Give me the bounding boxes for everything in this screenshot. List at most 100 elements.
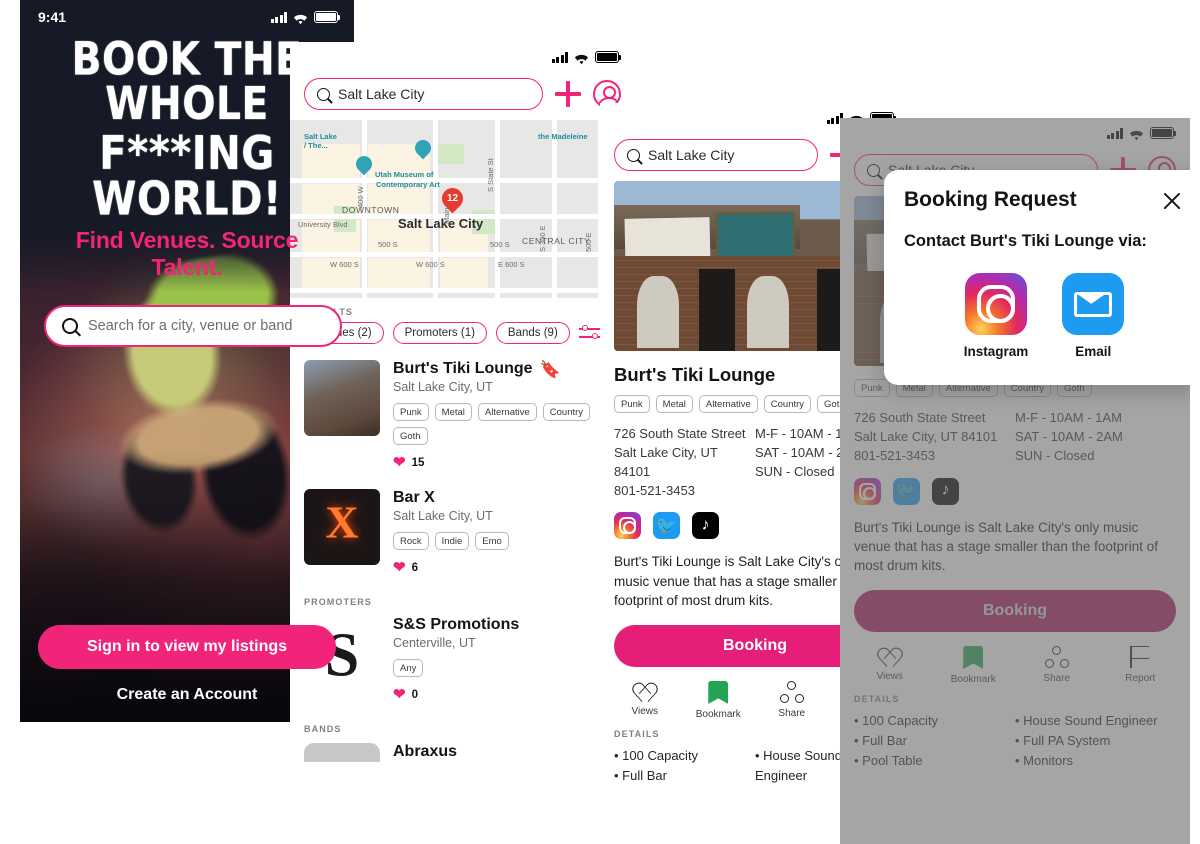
action-label: Bookmark [950, 674, 996, 685]
bookmark-icon[interactable]: 🔖 [540, 361, 561, 378]
status-bar: 9:41 [20, 0, 354, 30]
bookmark-icon [708, 680, 729, 704]
details-right-column: House Sound Engineer Full PA System Moni… [1015, 711, 1176, 771]
result-tags: Any [393, 659, 621, 677]
filter-sliders-icon[interactable] [578, 325, 601, 341]
modal-header: Booking Request [904, 188, 1184, 212]
create-account-link[interactable]: Create an Account [20, 686, 354, 704]
search-input[interactable]: Search for a city, venue or band [44, 304, 342, 347]
address-line-2: Salt Lake City, UT 84101 [614, 444, 718, 479]
share-action[interactable]: Share [755, 680, 829, 720]
instagram-icon[interactable] [614, 512, 641, 540]
action-label: Bookmark [695, 708, 741, 720]
tiktok-icon[interactable]: ♪ [932, 477, 959, 505]
venue-address: 726 South State Street Salt Lake City, U… [854, 409, 1015, 466]
search-value: Salt Lake City [648, 147, 735, 163]
battery-icon [1150, 127, 1177, 139]
tag: Punk [393, 403, 429, 421]
detail-item: 100 Capacity [854, 711, 1015, 731]
venue-info: 726 South State Street Salt Lake City, U… [840, 397, 1190, 466]
hours-line-3: SUN - Closed [1015, 447, 1095, 463]
tag: Metal [434, 403, 472, 421]
chip-promoters[interactable]: Promoters (1) [392, 322, 487, 344]
result-name: S&S Promotions [393, 616, 520, 633]
details-section-label: DETAILS [854, 694, 900, 704]
hero-content: BOOK THE WHOLE F***ING WORLD! Find Venue… [20, 30, 354, 347]
booking-request-modal: Booking Request Contact Burt's Tiki Loun… [884, 170, 1190, 385]
map-label: Contemporary Art [376, 180, 440, 189]
twitter-icon[interactable]: 🐦 [653, 512, 680, 540]
bands-section-label: BANDS [304, 724, 342, 734]
tag: Any [393, 659, 424, 677]
instagram-icon[interactable] [854, 477, 881, 505]
promoters-section-label: PROMOTERS [304, 597, 372, 607]
heart-icon: ❤ [393, 559, 406, 576]
result-likes: ❤ 0 [393, 687, 621, 702]
contact-option-instagram[interactable]: Instagram [964, 273, 1028, 359]
address-line-1: 726 South State Street [614, 426, 746, 441]
search-icon [627, 148, 640, 162]
heart-icon: ❤ [393, 454, 406, 471]
search-icon [867, 163, 880, 177]
report-action[interactable]: Report [1099, 646, 1183, 685]
share-icon [779, 680, 804, 703]
status-time: 9:41 [38, 9, 67, 25]
bookmark-action[interactable]: Bookmark [682, 680, 756, 720]
address-line-1: 726 South State Street [854, 410, 986, 425]
cta-group: Sign in to view my listings Create an Ac… [20, 625, 354, 704]
table-row[interactable]: Burt's Tiki Lounge 🔖 Salt Lake City, UT … [290, 354, 635, 483]
hours-line-2: SAT - 10AM - 2AM [1015, 428, 1123, 444]
map-label: W 600 S [416, 260, 445, 269]
views-action[interactable]: Views [608, 681, 682, 720]
action-label: Share [1043, 673, 1071, 684]
result-tags: Rock Indie Emo [393, 532, 621, 550]
share-action[interactable]: Share [1015, 646, 1099, 685]
action-bar: Views Bookmark Share Report [840, 632, 1190, 685]
headline-line-2: F***ING WORLD! [92, 125, 282, 227]
venue-hours: M-F - 10AM - 1AM SAT - 10AM - 2AM SUN - … [1015, 409, 1176, 466]
result-name: Burt's Tiki Lounge [393, 360, 533, 377]
modal-title: Booking Request [904, 188, 1077, 211]
status-bar [840, 118, 1190, 148]
wifi-icon [293, 12, 308, 24]
battery-icon [595, 51, 622, 63]
heart-outline-icon [634, 681, 656, 701]
heart-icon: ❤ [393, 686, 406, 703]
flag-icon [1130, 646, 1150, 668]
tag: Metal [655, 395, 693, 413]
instagram-icon [965, 273, 1027, 335]
details-left-column: 100 Capacity Full Bar Pool Table [614, 746, 755, 783]
contact-option-email[interactable]: Email [1062, 273, 1125, 359]
tagline: Find Venues. Source Talent. [75, 226, 299, 280]
tag: Country [542, 403, 591, 421]
bookmark-action[interactable]: Bookmark [932, 646, 1016, 685]
search-placeholder: Search for a city, venue or band [88, 317, 293, 334]
table-row[interactable]: Bar X Salt Lake City, UT Rock Indie Emo … [290, 483, 635, 588]
result-name: Bar X [393, 489, 435, 506]
result-title-row: Abraxus [393, 743, 621, 761]
search-input[interactable]: Salt Lake City [614, 139, 818, 171]
twitter-icon[interactable]: 🐦 [893, 477, 920, 505]
chip-bands[interactable]: Bands (9) [495, 322, 570, 344]
venue-phone[interactable]: 801-521-3453 [614, 482, 755, 501]
wifi-icon [574, 52, 589, 64]
sign-in-button[interactable]: Sign in to view my listings [38, 625, 336, 669]
cellular-signal-icon [551, 51, 568, 63]
action-label: Share [778, 707, 806, 719]
map-cluster-pin[interactable]: 12 [437, 183, 468, 214]
map-label: 500 E [584, 232, 593, 252]
plus-icon[interactable] [555, 81, 581, 107]
tag: Alternative [477, 403, 537, 421]
booking-button[interactable]: Booking [854, 590, 1176, 632]
venue-phone[interactable]: 801-521-3453 [854, 447, 1015, 466]
social-links: 🐦 ♪ [840, 466, 1190, 505]
views-action[interactable]: Views [848, 646, 932, 685]
option-label: Email [1075, 344, 1112, 359]
table-row[interactable]: Abraxus [290, 737, 635, 762]
search-icon [62, 317, 78, 334]
result-likes: ❤ 6 [393, 560, 621, 575]
tiktok-icon[interactable]: ♪ [692, 512, 719, 540]
close-icon[interactable] [1160, 188, 1184, 212]
action-label: Report [1125, 673, 1156, 684]
status-icons [1106, 127, 1177, 140]
